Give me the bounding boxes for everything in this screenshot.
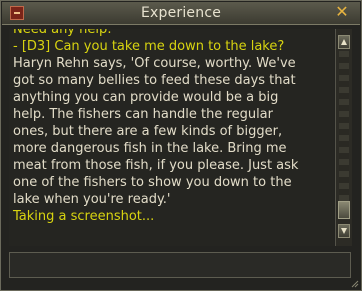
chat-line: more dangerous fish in the lake. Bring m… <box>13 141 287 156</box>
resize-grip-icon[interactable] <box>351 280 359 288</box>
chat-log[interactable]: Need any help: - [D3] Can you take me do… <box>9 29 334 246</box>
chat-input[interactable] <box>9 252 351 278</box>
arrow-up-icon <box>341 39 347 45</box>
chat-line: got so many bellies to feed these days t… <box>13 73 296 88</box>
scroll-up-button[interactable] <box>338 35 350 49</box>
chat-line: - [D3] Can you take me down to the lake? <box>13 39 285 54</box>
experience-window: Experience ✕ Need any help: - [D3] Can y… <box>0 0 362 291</box>
window-title: Experience <box>140 5 222 21</box>
close-button[interactable]: ✕ <box>334 3 350 21</box>
chat-line: Taking a screenshot... <box>13 209 155 224</box>
chat-line: ones, but there are a few kinds of bigge… <box>13 124 283 139</box>
chat-line: one of the fishers to show you down to t… <box>13 175 292 190</box>
chat-line: help. The fishers can handle the regular <box>13 107 273 122</box>
scroll-track[interactable] <box>339 51 349 219</box>
chat-lines: Need any help: - [D3] Can you take me do… <box>13 29 332 225</box>
title-bar[interactable]: Experience ✕ <box>2 2 360 25</box>
scroll-down-button[interactable] <box>338 224 350 238</box>
chat-line: anything you can provide would be a big <box>13 90 279 105</box>
chat-line: lake when you're ready.' <box>13 192 171 207</box>
scroll-thumb[interactable] <box>338 201 350 219</box>
arrow-down-icon <box>341 228 347 234</box>
chat-line: Need any help: <box>13 29 112 37</box>
chat-line: Haryn Rehn says, 'Of course, worthy. We'… <box>13 56 296 71</box>
chat-line: meat from those fish, if you please. Jus… <box>13 158 299 173</box>
chat-scrollbar[interactable] <box>335 29 352 246</box>
